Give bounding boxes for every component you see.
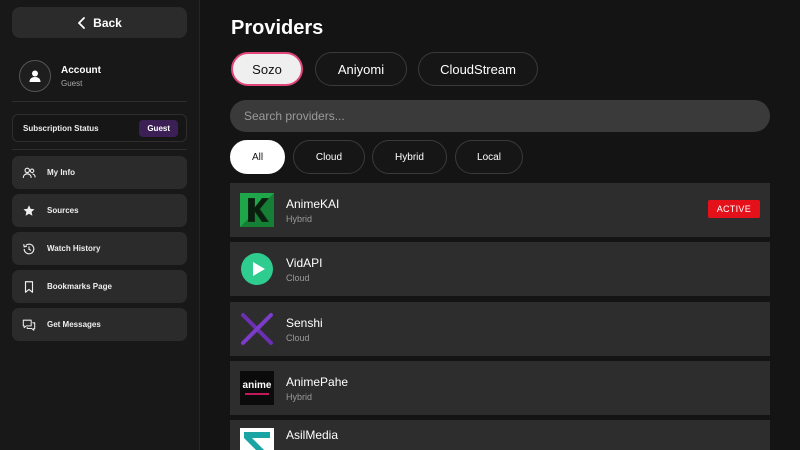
tab-label: CloudStream (440, 61, 516, 77)
divider (12, 149, 187, 150)
main-content: Providers Sozo Aniyomi CloudStream All C… (200, 0, 800, 450)
provider-item-animekai[interactable]: AnimeKAI Hybrid ACTIVE (230, 183, 770, 237)
tab-label: Aniyomi (337, 61, 385, 77)
provider-type: Cloud (286, 272, 310, 283)
filter-label: All (251, 151, 264, 163)
provider-name: AnimeKAI (286, 196, 340, 211)
filter-hybrid[interactable]: Hybrid (372, 140, 447, 174)
sidebar-item-bookmarks[interactable]: Bookmarks Page (12, 270, 187, 303)
sidebar-item-watch-history[interactable]: Watch History (12, 232, 187, 265)
vidapi-play-icon (240, 252, 274, 286)
filter-cloud[interactable]: Cloud (293, 140, 365, 174)
search-input[interactable] (230, 100, 770, 132)
animepahe-logo-icon: anime (240, 371, 274, 405)
provider-item-asilmedia[interactable]: AsilMedia (230, 420, 770, 450)
sidebar-item-messages[interactable]: Get Messages (12, 308, 187, 341)
history-icon (23, 243, 35, 254)
tab-cloudstream[interactable]: CloudStream (418, 52, 538, 86)
subscription-badge: Guest (139, 119, 178, 137)
sidebar-item-label: Watch History (47, 244, 101, 253)
logo-underline (245, 393, 269, 395)
back-label: Back (93, 15, 122, 30)
provider-type: Cloud (286, 332, 310, 343)
divider (12, 101, 187, 102)
active-badge: ACTIVE (707, 200, 760, 218)
provider-type: Hybrid (286, 391, 313, 402)
sidebar-item-sources[interactable]: Sources (12, 194, 187, 227)
filter-all[interactable]: All (230, 140, 285, 174)
tab-label: Sozo (252, 61, 282, 77)
provider-name: AnimePahe (286, 374, 349, 389)
users-icon (22, 167, 36, 178)
subscription-label: Subscription Status (23, 123, 99, 133)
sidebar-item-label: Get Messages (47, 320, 101, 329)
tab-aniyomi[interactable]: Aniyomi (315, 52, 407, 86)
chevron-left-icon (78, 16, 86, 29)
provider-item-vidapi[interactable]: VidAPI Cloud (230, 242, 770, 296)
sidebar-item-label: My Info (47, 168, 75, 177)
provider-item-senshi[interactable]: Senshi Cloud (230, 302, 770, 356)
sidebar-item-label: Bookmarks Page (47, 282, 112, 291)
messages-icon (22, 319, 36, 331)
star-icon (23, 204, 35, 216)
account-section[interactable]: Account Guest (12, 51, 187, 101)
back-button[interactable]: Back (12, 7, 187, 38)
filter-label: Cloud (315, 151, 343, 163)
account-status: Guest (61, 78, 83, 88)
sidebar-item-label: Sources (47, 206, 79, 215)
filter-local[interactable]: Local (455, 140, 523, 174)
provider-item-animepahe[interactable]: anime AnimePahe Hybrid (230, 361, 770, 415)
bookmark-icon (24, 280, 34, 293)
avatar (19, 60, 51, 92)
subscription-status: Subscription Status Guest (12, 114, 187, 142)
filter-label: Local (477, 151, 501, 163)
sidebar: Back Account Guest Subscription Status G… (0, 0, 200, 450)
provider-type: Hybrid (286, 213, 313, 224)
account-name: Account (61, 64, 101, 76)
page-title: Providers (231, 17, 324, 39)
provider-name: VidAPI (286, 255, 323, 270)
sidebar-item-my-info[interactable]: My Info (12, 156, 187, 189)
senshi-x-icon (240, 312, 274, 346)
tab-sozo[interactable]: Sozo (231, 52, 303, 86)
animepahe-logo-text: anime (242, 380, 272, 391)
provider-name: Senshi (286, 315, 323, 330)
animekai-logo-icon (240, 193, 274, 227)
provider-name: AsilMedia (286, 428, 339, 442)
asilmedia-logo-icon (240, 428, 274, 450)
filter-label: Hybrid (395, 151, 424, 163)
user-icon (29, 70, 41, 82)
